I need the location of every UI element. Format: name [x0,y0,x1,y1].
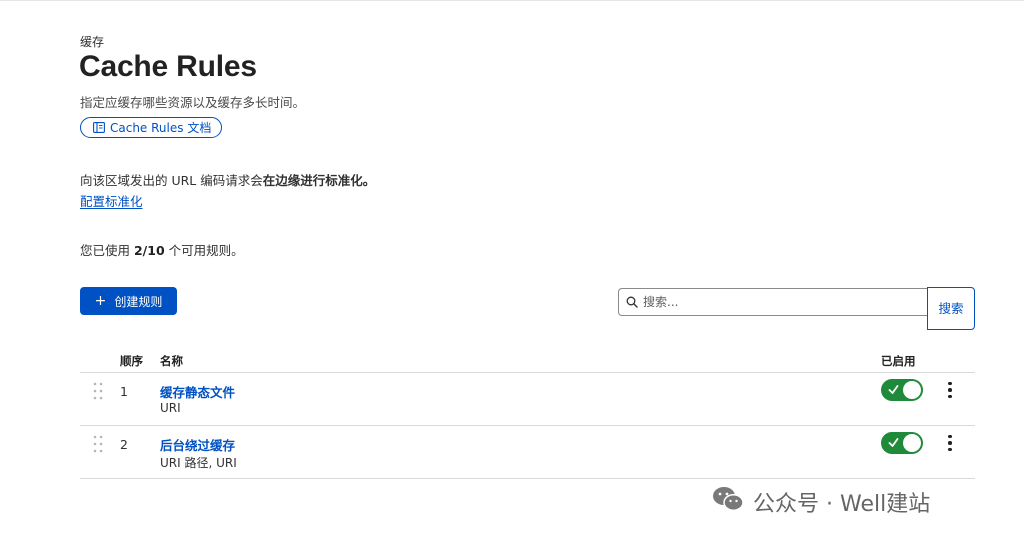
column-order[interactable]: 顺序 [120,353,143,369]
usage-suffix: 个可用规则。 [164,243,244,258]
column-name[interactable]: 名称 [160,353,183,369]
drag-handle-icon[interactable] [93,435,103,457]
normalization-notice: 向该区域发出的 URL 编码请求会在边缘进行标准化。 [80,170,375,189]
table-row: 1 缓存静态文件 URI [80,373,975,426]
normalization-text-bold: 在边缘进行标准化。 [262,173,376,188]
column-enabled: 已启用 [881,354,916,368]
watermark: 公众号 · Well建站 [712,485,930,519]
rule-enabled-toggle[interactable] [881,379,923,401]
breadcrumb[interactable]: 缓存 [80,33,104,50]
rule-enabled-toggle[interactable] [881,432,923,454]
page-subtitle: 指定应缓存哪些资源以及缓存多长时间。 [80,95,306,110]
usage-count: 2/10 [133,243,165,258]
docs-link-button[interactable]: Cache Rules 文档 [80,117,223,138]
search-input[interactable] [643,295,913,309]
rule-description: URI 路径, URI [160,456,237,470]
rule-order: 2 [120,437,128,452]
rule-description: URI [160,401,181,415]
toggle-knob [903,381,921,399]
wechat-icon [712,485,744,519]
check-icon [888,438,899,447]
drag-handle-icon[interactable] [93,382,103,404]
rule-name-link[interactable]: 缓存静态文件 [160,382,235,401]
more-options-icon[interactable] [942,380,958,400]
rules-table: 顺序 名称 已启用 1 缓存静态文件 URI 2 后台绕过缓存 URI 路径, … [80,345,975,479]
book-icon [93,122,105,133]
table-header: 顺序 名称 已启用 [80,345,975,373]
docs-link-label: Cache Rules 文档 [110,121,212,135]
top-divider [0,0,1024,1]
rule-usage-text: 您已使用 2/10 个可用规则。 [80,240,244,259]
search-icon [626,293,638,312]
normalization-text: 向该区域发出的 URL 编码请求会 [80,173,263,188]
more-options-icon[interactable] [942,433,958,453]
table-row: 2 后台绕过缓存 URI 路径, URI [80,426,975,479]
plus-icon: + [94,293,107,309]
usage-prefix: 您已使用 [80,243,134,258]
check-icon [888,385,899,394]
rule-name-link[interactable]: 后台绕过缓存 [160,435,235,454]
configure-normalization-link[interactable]: 配置标准化 [80,191,143,210]
create-rule-label: 创建规则 [114,294,163,309]
rule-order: 1 [120,384,128,399]
create-rule-button[interactable]: + 创建规则 [80,287,177,315]
toggle-knob [903,434,921,452]
watermark-text: 公众号 · Well建站 [753,492,931,517]
search-button[interactable]: 搜索 [927,287,975,330]
search-field[interactable] [618,288,928,316]
page-title: Cache Rules [79,50,257,83]
